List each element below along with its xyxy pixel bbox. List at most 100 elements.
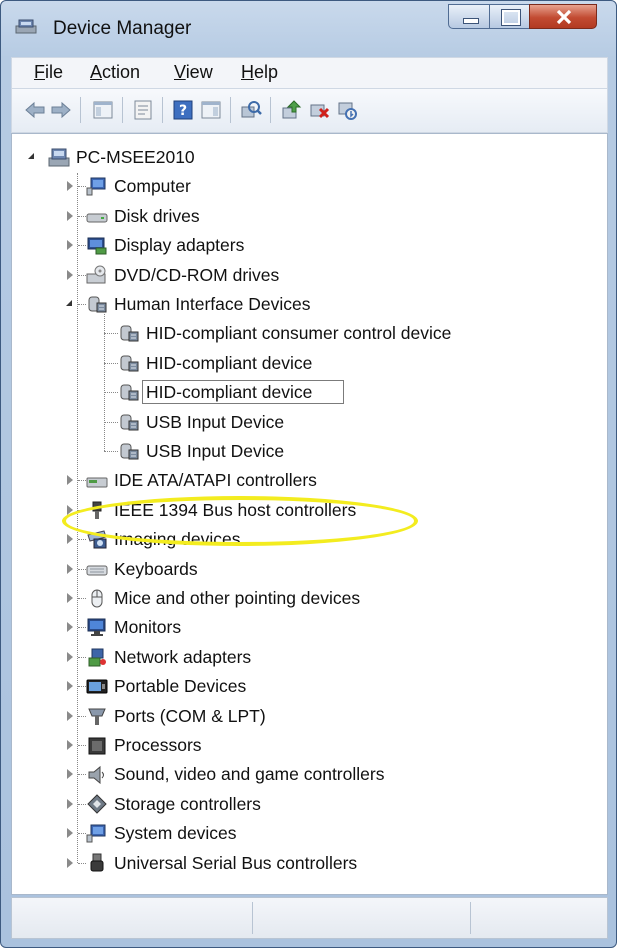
tree-device-label: USB Input Device <box>146 411 285 432</box>
tree-category[interactable]: Computer <box>12 173 602 199</box>
disk-drive-icon <box>86 206 108 226</box>
expand-arrow-icon[interactable] <box>67 593 73 603</box>
tree-category[interactable]: Universal Serial Bus controllers <box>12 850 602 876</box>
tree-category[interactable]: Processors <box>12 732 602 758</box>
tree-line <box>78 745 86 746</box>
forward-icon[interactable] <box>50 99 72 121</box>
tree-category[interactable]: Portable Devices <box>12 673 602 699</box>
expand-arrow-icon[interactable] <box>67 240 73 251</box>
storage-controller-icon <box>86 794 108 814</box>
menu-view[interactable]: View <box>174 62 213 83</box>
close-button[interactable] <box>529 4 597 29</box>
system-device-icon <box>86 823 108 843</box>
menu-help[interactable]: Help <box>241 62 278 83</box>
properties-icon[interactable] <box>132 99 154 121</box>
tree-line <box>78 568 86 570</box>
tree-device[interactable]: USB Input Device <box>12 438 602 464</box>
expand-arrow-icon[interactable] <box>67 534 73 545</box>
expand-arrow-icon[interactable] <box>67 798 73 809</box>
tree-line <box>78 215 86 217</box>
action-pane-icon[interactable] <box>200 99 222 121</box>
expand-arrow-icon[interactable] <box>67 681 73 692</box>
expand-arrow-icon[interactable] <box>67 622 73 633</box>
tree-category[interactable]: Mice and other pointing devices <box>12 585 602 611</box>
menu-action[interactable]: Action <box>90 62 140 83</box>
expand-arrow-icon[interactable] <box>67 563 73 574</box>
tree-category[interactable]: Ports (COM & LPT) <box>12 703 602 729</box>
tree-category-label: System devices <box>114 823 237 844</box>
device-manager-icon <box>15 19 37 34</box>
tree-category[interactable]: Keyboards <box>12 556 602 582</box>
tree-line <box>78 627 86 629</box>
toolbar-separator <box>270 97 271 123</box>
collapse-arrow-icon[interactable] <box>66 300 72 306</box>
tree-category[interactable]: Disk drives <box>12 203 602 229</box>
monitor-icon <box>86 617 108 637</box>
tree-category[interactable]: Human Interface Devices <box>12 291 602 317</box>
status-separator <box>252 902 253 934</box>
tree-category-label: Sound, video and game controllers <box>114 764 385 785</box>
tree-category[interactable]: IDE ATA/ATAPI controllers <box>12 467 602 493</box>
tree-category[interactable]: Display adapters <box>12 232 602 258</box>
tree-category[interactable]: Sound, video and game controllers <box>12 761 602 787</box>
tree-device-label: HID-compliant consumer control device <box>146 323 452 344</box>
expand-arrow-icon[interactable] <box>67 269 73 280</box>
tree-line <box>78 304 86 305</box>
display-adapter-icon <box>86 235 108 255</box>
collapse-arrow-icon[interactable] <box>28 153 34 159</box>
disable-icon[interactable] <box>336 99 358 121</box>
tree-device[interactable]: HID-compliant device <box>12 350 602 376</box>
tree-device[interactable]: USB Input Device <box>12 409 602 435</box>
tree-line <box>78 245 86 247</box>
expand-arrow-icon[interactable] <box>67 740 73 750</box>
tree-line <box>78 539 86 541</box>
expand-arrow-icon[interactable] <box>67 769 73 780</box>
tree-category-label: Computer <box>114 176 191 197</box>
tree-line <box>104 333 118 335</box>
tree-category-label: Human Interface Devices <box>114 294 311 314</box>
tree-device[interactable]: HID-compliant device <box>12 379 602 405</box>
tree-line <box>78 774 86 776</box>
hid-icon <box>118 382 140 402</box>
tree-category-label: Display adapters <box>114 235 245 256</box>
tree-category[interactable]: DVD/CD-ROM drives <box>12 262 602 288</box>
tree-line <box>78 656 86 658</box>
console-tree-icon[interactable] <box>92 99 114 121</box>
tree-root[interactable]: PC-MSEE2010 <box>12 144 602 170</box>
tree-category-label: Keyboards <box>114 558 198 579</box>
tree-line <box>78 480 86 482</box>
device-tree[interactable]: PC-MSEE2010 Computer Disk drives Display ad… <box>11 133 608 895</box>
minimize-button[interactable] <box>448 4 490 29</box>
scan-hardware-icon[interactable] <box>240 99 262 121</box>
tree-category[interactable]: Storage controllers <box>12 791 602 817</box>
maximize-button[interactable] <box>489 4 530 29</box>
tree-device[interactable]: HID-compliant consumer control device <box>12 320 602 346</box>
expand-arrow-icon[interactable] <box>67 181 73 192</box>
menu-file[interactable]: File <box>34 62 63 83</box>
back-icon[interactable] <box>24 99 46 121</box>
keyboard-icon <box>86 559 108 579</box>
expand-arrow-icon[interactable] <box>67 828 73 839</box>
uninstall-icon[interactable] <box>308 99 330 121</box>
port-icon <box>86 706 108 726</box>
tree-category[interactable]: System devices <box>12 820 602 846</box>
title-bar[interactable]: Device Manager <box>1 1 616 49</box>
tree-category-label: Network adapters <box>114 646 252 667</box>
computer-icon <box>86 176 108 196</box>
update-driver-icon[interactable] <box>280 99 302 121</box>
expand-arrow-icon[interactable] <box>67 210 73 221</box>
tree-category[interactable]: Network adapters <box>12 644 602 670</box>
tree-line <box>78 715 86 717</box>
toolbar-separator <box>230 97 231 123</box>
hid-icon <box>86 294 108 314</box>
expand-arrow-icon[interactable] <box>67 710 73 721</box>
status-separator <box>470 902 471 934</box>
expand-arrow-icon[interactable] <box>67 651 73 662</box>
tree-category-label: DVD/CD-ROM drives <box>114 264 280 285</box>
help-icon[interactable]: ? <box>172 99 194 121</box>
tree-category-label: Mice and other pointing devices <box>114 588 361 608</box>
close-icon <box>556 9 572 25</box>
expand-arrow-icon[interactable] <box>67 857 73 868</box>
tree-category[interactable]: Monitors <box>12 614 602 640</box>
expand-arrow-icon[interactable] <box>67 475 73 486</box>
